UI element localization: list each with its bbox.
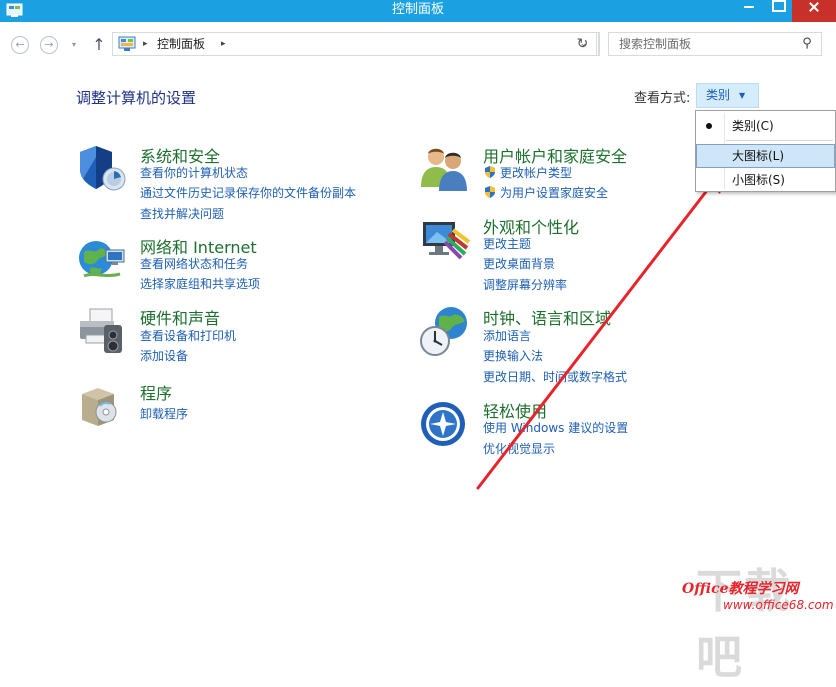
link-optimize-visual-display[interactable]: 优化视觉显示	[483, 440, 555, 457]
link-change-date-time-format[interactable]: 更改日期、时间或数字格式	[483, 368, 627, 385]
link-view-computer-status[interactable]: 查看你的计算机状态	[140, 164, 248, 181]
breadcrumb-control-panel[interactable]: 控制面板	[157, 33, 205, 55]
title-bar: 控制面板	[0, 0, 836, 22]
watermark-url: www.office68.com	[723, 598, 834, 612]
link-add-language[interactable]: 添加语言	[483, 327, 531, 344]
menu-item-category[interactable]: 类别(C)	[696, 114, 835, 138]
menu-separator	[726, 140, 833, 141]
category-programs: 程序 卸载程序	[76, 380, 396, 430]
menu-item-small-icons[interactable]: 小图标(S)	[696, 168, 835, 192]
up-button[interactable]: ↑	[91, 34, 107, 56]
category-user-accounts: 用户帐户和家庭安全 更改帐户类型 为用户设置家庭安全	[419, 143, 689, 203]
control-panel-icon	[118, 36, 136, 51]
view-by-button[interactable]: 类别 ▼	[696, 83, 759, 108]
category-title[interactable]: 时钟、语言和区域	[483, 305, 611, 329]
address-bar[interactable]: ▸ 控制面板 ▸ ⌄	[112, 32, 600, 56]
link-troubleshoot[interactable]: 查找并解决问题	[140, 205, 224, 222]
link-network-status[interactable]: 查看网络状态和任务	[140, 255, 248, 272]
clock-globe-icon[interactable]	[419, 305, 471, 357]
maximize-button[interactable]	[764, 0, 792, 22]
ease-of-access-icon[interactable]	[419, 398, 471, 450]
recent-locations-dropdown[interactable]: ▾	[69, 35, 79, 55]
menu-item-label: 类别(C)	[732, 119, 774, 133]
link-change-account-type[interactable]: 更改帐户类型	[500, 164, 572, 181]
breadcrumb-separator-2[interactable]: ▸	[221, 33, 226, 55]
uac-shield-icon	[485, 166, 495, 178]
view-by-menu: 类别(C) 大图标(L) 小图标(S)	[695, 110, 836, 192]
view-by-label: 查看方式:	[634, 91, 691, 106]
link-devices-printers[interactable]: 查看设备和打印机	[140, 327, 236, 344]
search-box[interactable]: ⚲	[608, 32, 822, 56]
link-add-device[interactable]: 添加设备	[140, 347, 188, 364]
view-by-value: 类别	[706, 88, 731, 102]
category-system-security: 系统和安全 查看你的计算机状态 通过文件历史记录保存你的文件备份副本 查找并解决…	[76, 143, 396, 223]
shield-icon[interactable]	[76, 143, 128, 195]
navigation-bar: ← → ▾ ↑ ▸ 控制面板 ▸ ⌄ ↻ ⚲	[0, 22, 836, 68]
category-appearance: 外观和个性化 更改主题 更改桌面背景 调整屏幕分辨率	[419, 214, 689, 294]
link-homegroup-sharing[interactable]: 选择家庭组和共享选项	[140, 275, 260, 292]
link-change-theme[interactable]: 更改主题	[483, 235, 531, 252]
network-globe-icon[interactable]	[76, 234, 128, 286]
category-network-internet: 网络和 Internet 查看网络状态和任务 选择家庭组和共享选项	[76, 234, 396, 294]
printer-speaker-icon[interactable]	[76, 305, 128, 357]
category-title[interactable]: 硬件和声音	[140, 305, 220, 329]
category-ease-of-access: 轻松使用 使用 Windows 建议的设置 优化视觉显示	[419, 398, 689, 458]
link-change-input-method[interactable]: 更换输入法	[483, 347, 543, 364]
link-family-safety[interactable]: 为用户设置家庭安全	[500, 184, 608, 201]
link-windows-recommended-settings[interactable]: 使用 Windows 建议的设置	[483, 419, 628, 436]
link-adjust-resolution[interactable]: 调整屏幕分辨率	[483, 276, 567, 293]
programs-box-icon[interactable]	[76, 380, 128, 432]
appearance-monitor-icon[interactable]	[419, 214, 471, 266]
category-hardware-sound: 硬件和声音 查看设备和打印机 添加设备	[76, 305, 396, 365]
search-input[interactable]	[609, 33, 795, 55]
chevron-down-icon: ▼	[739, 91, 746, 100]
category-title[interactable]: 程序	[140, 380, 172, 404]
menu-item-label: 小图标(S)	[732, 173, 785, 187]
window-title: 控制面板	[391, 2, 444, 17]
link-change-desktop-background[interactable]: 更改桌面背景	[483, 255, 555, 272]
category-clock-language-region: 时钟、语言和区域 添加语言 更换输入法 更改日期、时间或数字格式	[419, 305, 689, 385]
watermark-brand: Office教程学习网	[682, 581, 799, 597]
watermark-large: 下载吧	[696, 564, 792, 684]
page-heading: 调整计算机的设置	[76, 89, 197, 107]
search-icon[interactable]: ⚲	[799, 35, 815, 53]
menu-item-large-icons[interactable]: 大图标(L)	[696, 144, 835, 168]
back-button[interactable]: ←	[11, 36, 29, 54]
link-file-history-backup[interactable]: 通过文件历史记录保存你的文件备份副本	[140, 184, 356, 201]
refresh-button[interactable]: ↻	[569, 32, 597, 56]
uac-shield-icon	[485, 186, 495, 198]
menu-item-label: 大图标(L)	[732, 149, 785, 163]
minimize-button[interactable]	[736, 0, 764, 22]
breadcrumb-separator[interactable]: ▸	[143, 33, 148, 55]
users-icon[interactable]	[419, 143, 471, 195]
link-uninstall-program[interactable]: 卸载程序	[140, 405, 188, 422]
forward-button[interactable]: →	[40, 36, 58, 54]
selected-bullet-icon	[706, 123, 712, 129]
close-button[interactable]	[792, 0, 836, 22]
